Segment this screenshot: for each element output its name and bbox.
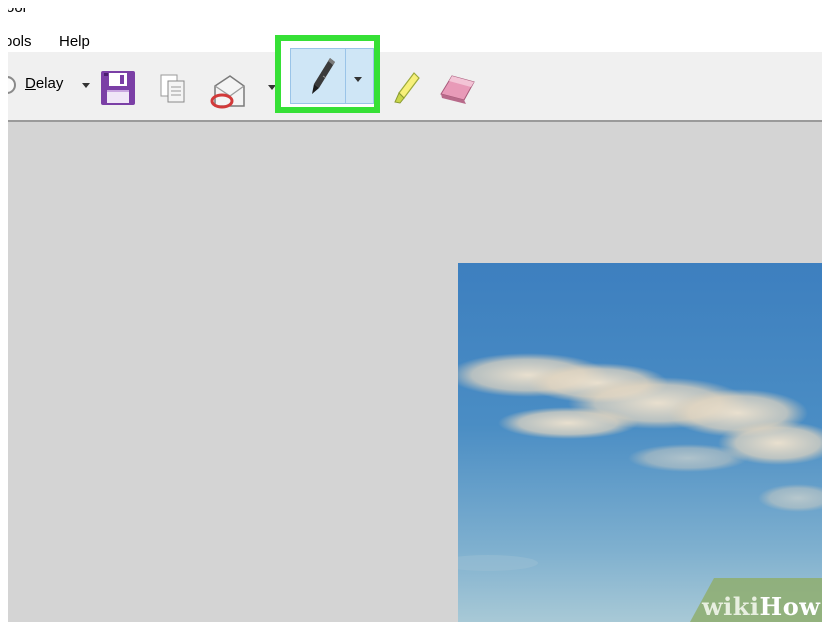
send-email-icon[interactable] [206,68,248,110]
delay-dropdown-arrow-icon[interactable] [82,83,90,88]
delay-accelerator: D [25,75,36,92]
snip-canvas [8,122,822,622]
watermark-how: How [759,592,821,621]
pen-dropdown-arrow-icon[interactable] [354,77,362,82]
eraser-icon[interactable] [436,72,478,106]
captured-snip-image [458,263,822,622]
pen-icon[interactable] [306,56,340,96]
toolbar: Delay [8,52,822,122]
title-bar: ool [8,8,822,32]
clock-icon[interactable] [8,76,16,94]
delay-button[interactable]: Delay [25,75,63,92]
pen-button-divider [345,49,346,103]
delay-label: elay [35,75,64,92]
menu-help[interactable]: Help [59,33,90,50]
floppy-disk-icon[interactable] [98,68,138,108]
window-title: ool [8,8,26,16]
wikihow-watermark: wikiHow [702,592,820,621]
menu-bar: ools Help [8,32,822,52]
snipping-tool-window: ool ools Help Delay [8,8,822,622]
copy-icon[interactable] [155,70,191,106]
watermark-wiki: wiki [702,592,760,621]
highlighter-icon[interactable] [392,70,422,108]
menu-tools[interactable]: ools [8,33,32,50]
pen-button[interactable] [290,48,374,104]
